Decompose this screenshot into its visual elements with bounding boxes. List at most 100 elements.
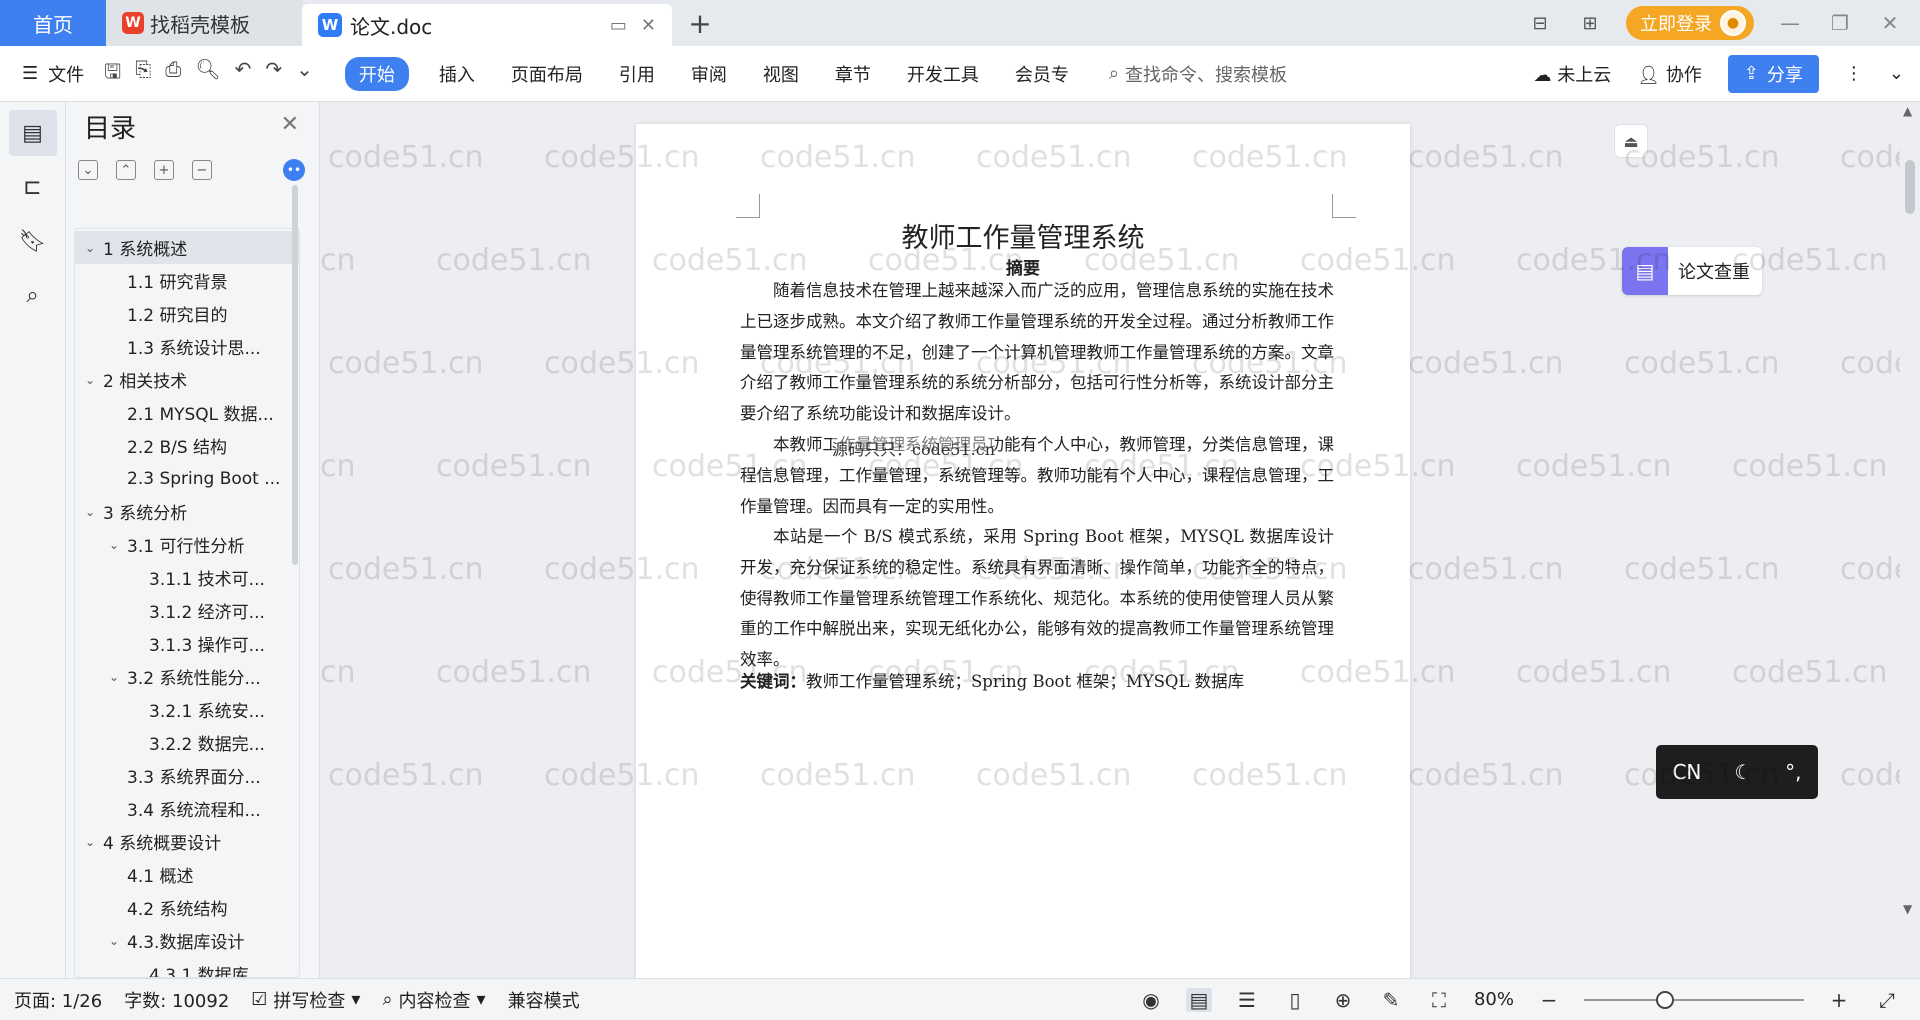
share-button[interactable]: ⇪ 分享 bbox=[1727, 54, 1819, 93]
toc-item[interactable]: 1.3 系统设计思... bbox=[75, 330, 299, 363]
toc-item[interactable]: ⌄ 3.2 系统性能分... bbox=[75, 660, 299, 693]
chevron-down-icon[interactable]: ⌄ bbox=[296, 57, 313, 91]
toc-item[interactable]: 4.2 系统结构 bbox=[75, 891, 299, 924]
toc-scrollbar[interactable] bbox=[292, 185, 298, 565]
menu-tab-view[interactable]: 视图 bbox=[745, 61, 817, 87]
vertical-scrollbar[interactable]: ▲ ▼ bbox=[1900, 102, 1920, 978]
monitor-icon[interactable]: ▭ bbox=[610, 15, 627, 36]
toc-item[interactable]: ⌄ 2 相关技术 bbox=[75, 363, 299, 396]
ai-assistant-icon[interactable]: •• bbox=[283, 159, 305, 181]
reading-layout-icon[interactable]: ⊟ bbox=[1526, 12, 1554, 34]
collapse-panel-button[interactable]: ⏏ bbox=[1614, 124, 1648, 158]
chevron-down-icon[interactable]: ⌄ bbox=[105, 934, 123, 948]
add-heading-icon[interactable]: + bbox=[154, 160, 174, 180]
page-indicator[interactable]: 页面: 1/26 bbox=[14, 987, 102, 1013]
scroll-up-icon[interactable]: ▲ bbox=[1903, 104, 1912, 118]
tab-home[interactable]: 首页 bbox=[0, 0, 106, 46]
toc-item[interactable]: 2.1 MYSQL 数据... bbox=[75, 396, 299, 429]
close-tab-icon[interactable]: ✕ bbox=[641, 15, 656, 36]
tab-template[interactable]: W 找稻壳模板 bbox=[106, 0, 302, 46]
toc-item[interactable]: 1.2 研究目的 bbox=[75, 297, 299, 330]
print-icon[interactable]: ⎙ bbox=[165, 57, 181, 91]
content-check-button[interactable]: ⌕ 内容检查 ▾ bbox=[382, 987, 485, 1013]
close-icon[interactable]: ✕ bbox=[281, 112, 299, 137]
menu-tab-home[interactable]: 开始 bbox=[344, 56, 409, 91]
toc-item[interactable]: ⌄ 3 系统分析 bbox=[75, 495, 299, 528]
document-page[interactable]: 教师工作量管理系统 摘要 随着信息技术在管理上越来越深入而广泛的应用，管理信息系… bbox=[636, 124, 1410, 978]
ime-toolbar[interactable]: CN ☾ °, bbox=[1656, 745, 1818, 799]
menu-tab-chapter[interactable]: 章节 bbox=[817, 61, 889, 87]
paper-check-button[interactable]: ▤ 论文查重 bbox=[1622, 247, 1762, 295]
toc-item[interactable]: 2.3 Spring Boot ... bbox=[75, 462, 299, 495]
write-mode-icon[interactable]: ✎ bbox=[1378, 988, 1404, 1012]
collapse-ribbon-icon[interactable]: ⌄ bbox=[1889, 63, 1904, 84]
toc-item[interactable]: ⌄ 4.3.数据库设计 bbox=[75, 924, 299, 957]
outline-view-icon[interactable]: ☰ bbox=[1234, 988, 1260, 1012]
fullscreen-icon[interactable]: ⤢ bbox=[1874, 988, 1900, 1012]
chevron-down-icon[interactable]: ⌄ bbox=[81, 835, 99, 849]
toc-item[interactable]: 2.2 B/S 结构 bbox=[75, 429, 299, 462]
collapse-all-icon[interactable]: ⌃ bbox=[116, 160, 136, 180]
toc-item[interactable]: 4.1 概述 bbox=[75, 858, 299, 891]
spell-check-button[interactable]: ☑ 拼写检查 ▾ bbox=[251, 987, 360, 1013]
restore-icon[interactable]: ❐ bbox=[1826, 11, 1854, 35]
toc-item[interactable]: 3.1.2 经济可... bbox=[75, 594, 299, 627]
toc-item[interactable]: 3.1.3 操作可... bbox=[75, 627, 299, 660]
zoom-level[interactable]: 80% bbox=[1474, 989, 1514, 1010]
new-tab-button[interactable]: + bbox=[672, 0, 728, 46]
chevron-down-icon[interactable]: ⌄ bbox=[81, 505, 99, 519]
menu-tab-layout[interactable]: 页面布局 bbox=[493, 61, 601, 87]
menu-tab-reference[interactable]: 引用 bbox=[601, 61, 673, 87]
toc-item[interactable]: ⌄ 1 系统概述 bbox=[75, 231, 299, 264]
reading-view-icon[interactable]: ▯ bbox=[1282, 988, 1308, 1012]
minimize-icon[interactable]: — bbox=[1776, 11, 1804, 35]
chevron-down-icon[interactable]: ⌄ bbox=[105, 538, 123, 552]
scroll-down-icon[interactable]: ▼ bbox=[1903, 902, 1912, 916]
toc-item[interactable]: 1.1 研究背景 bbox=[75, 264, 299, 297]
word-count[interactable]: 字数: 10092 bbox=[124, 987, 229, 1013]
find-icon[interactable]: ⌕ bbox=[9, 272, 57, 318]
undo-icon[interactable]: ↶ bbox=[235, 57, 252, 91]
chevron-down-icon[interactable]: ⌄ bbox=[105, 670, 123, 684]
redo-icon[interactable]: ↷ bbox=[265, 57, 282, 91]
print-preview-icon[interactable]: 🔍︎ bbox=[195, 57, 220, 91]
zoom-knob[interactable] bbox=[1656, 990, 1674, 1009]
remove-heading-icon[interactable]: − bbox=[192, 160, 212, 180]
compat-mode[interactable]: 兼容模式 bbox=[508, 987, 580, 1013]
expand-all-icon[interactable]: ⌄ bbox=[78, 160, 98, 180]
zoom-out-icon[interactable]: − bbox=[1536, 988, 1562, 1012]
moon-icon[interactable]: ☾ bbox=[1734, 760, 1752, 784]
menu-tab-insert[interactable]: 插入 bbox=[421, 61, 493, 87]
grid-apps-icon[interactable]: ⊞ bbox=[1576, 12, 1604, 34]
toc-item[interactable]: 3.3 系统界面分... bbox=[75, 759, 299, 792]
command-search[interactable]: ⌕ 查找命令、搜索模板 bbox=[1109, 61, 1287, 87]
toc-item[interactable]: ⌄ 3.1 可行性分析 bbox=[75, 528, 299, 561]
scroll-thumb[interactable] bbox=[1905, 160, 1915, 214]
save-icon[interactable]: 🖫 bbox=[104, 57, 121, 91]
chevron-down-icon[interactable]: ⌄ bbox=[81, 373, 99, 387]
tab-document[interactable]: W 论文.doc ▭ ✕ bbox=[302, 4, 672, 46]
more-icon[interactable]: ⋮ bbox=[1845, 63, 1863, 84]
menu-tab-review[interactable]: 审阅 bbox=[673, 61, 745, 87]
collaborate-button[interactable]: 👤︎ 协作 bbox=[1637, 61, 1702, 87]
punctuation-icon[interactable]: °, bbox=[1785, 760, 1801, 784]
chapter-nav-icon[interactable]: ⊏ bbox=[9, 164, 57, 210]
toc-item[interactable]: 4.3.1 数据库... bbox=[75, 957, 299, 977]
export-pdf-icon[interactable]: ⎘ bbox=[135, 57, 151, 91]
login-button[interactable]: 立即登录 ● bbox=[1626, 6, 1754, 40]
web-view-icon[interactable]: ⊕ bbox=[1330, 988, 1356, 1012]
toc-item[interactable]: 3.1.1 技术可... bbox=[75, 561, 299, 594]
zoom-in-icon[interactable]: + bbox=[1826, 988, 1852, 1012]
toc-panel-icon[interactable]: ▤ bbox=[8, 110, 57, 156]
bookmark-icon[interactable]: 🔖︎ bbox=[9, 218, 57, 264]
cloud-status[interactable]: ☁ 未上云 bbox=[1534, 61, 1612, 87]
fit-page-icon[interactable]: ⛶ bbox=[1426, 988, 1452, 1012]
eye-protection-icon[interactable]: ◉ bbox=[1138, 988, 1164, 1012]
menu-tab-member[interactable]: 会员专 bbox=[997, 61, 1087, 87]
toc-item[interactable]: 3.4 系统流程和... bbox=[75, 792, 299, 825]
close-window-icon[interactable]: ✕ bbox=[1876, 11, 1904, 35]
toc-item[interactable]: 3.2.1 系统安... bbox=[75, 693, 299, 726]
zoom-slider[interactable] bbox=[1584, 990, 1804, 1009]
page-view-icon[interactable]: ▤ bbox=[1185, 987, 1212, 1012]
menu-tab-developer[interactable]: 开发工具 bbox=[889, 61, 997, 87]
